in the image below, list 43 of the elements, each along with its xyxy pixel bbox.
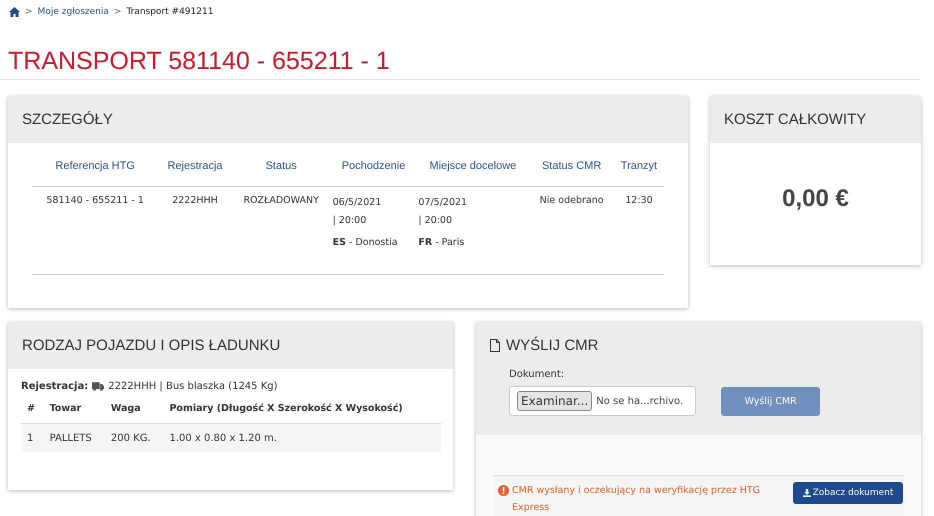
card-title: SZCZEGÓŁY xyxy=(22,111,113,128)
table-cell: Nie odebrano xyxy=(529,186,614,274)
column-header: Pochodzenie xyxy=(330,151,416,186)
status-message: CMR wysłany i oczekujący na weryfikację przez HTG Express xyxy=(512,484,762,515)
breadcrumb-current: Transport #491211 xyxy=(126,7,214,17)
table-cell: 2222HHH xyxy=(158,186,232,274)
date-text: 07/5/2021 xyxy=(418,196,468,210)
table-cell: 1.00 x 0.80 x 1.20 m. xyxy=(163,424,441,452)
file-input[interactable]: Examinar... No se ha...rchivo. xyxy=(509,386,696,416)
download-icon xyxy=(802,489,811,497)
column-header: Miejsce docelowe xyxy=(416,151,530,186)
registration-label: Rejestracja: xyxy=(21,381,88,392)
column-header: Status xyxy=(232,151,331,186)
time-text: | 20:00 xyxy=(418,214,453,228)
column-header: Tranzyt xyxy=(614,151,664,186)
breadcrumb-separator: > xyxy=(25,7,33,17)
date-text: 06/5/2021 xyxy=(332,196,382,210)
field-label: Dokument: xyxy=(509,369,566,380)
table-cell: 581140 - 655211 - 1 xyxy=(32,186,158,274)
home-icon[interactable] xyxy=(9,7,20,17)
column-header: Status CMR xyxy=(529,151,614,186)
total-cost: 0,00 € xyxy=(782,185,849,213)
table-cell: 200 KG. xyxy=(104,424,164,452)
page-title: TRANSPORT 581140 - 655211 - 1 xyxy=(0,18,920,80)
location-text: FR - Paris xyxy=(418,236,466,250)
view-document-button[interactable]: Zobacz dokument xyxy=(793,482,903,504)
card-title: KOSZT CAŁKOWITY xyxy=(724,111,866,128)
document-icon xyxy=(490,339,500,352)
column-header: Referencja HTG xyxy=(32,151,158,186)
location-text: ES - Donostia xyxy=(332,236,399,250)
vehicle-info: 2222HHH | Bus blaszka (1245 Kg) xyxy=(108,381,278,392)
truck-icon xyxy=(92,382,104,391)
breadcrumb-separator: > xyxy=(114,7,122,17)
time-text: | 20:00 xyxy=(332,214,368,228)
breadcrumb-link[interactable]: Moje zgłoszenia xyxy=(38,7,109,17)
warning-icon xyxy=(498,485,509,496)
table-cell: 1 xyxy=(21,424,44,452)
table-cell: PALLETS xyxy=(44,424,105,452)
table-cell: ROZŁADOWANY xyxy=(232,186,331,274)
table-cell: 12:30 xyxy=(614,186,664,274)
column-header: Rejestracja xyxy=(158,151,232,186)
card-title: RODZAJ POJAZDU I OPIS ŁADUNKU xyxy=(22,337,280,354)
card-title: WYŚLIJ CMR xyxy=(506,337,599,354)
